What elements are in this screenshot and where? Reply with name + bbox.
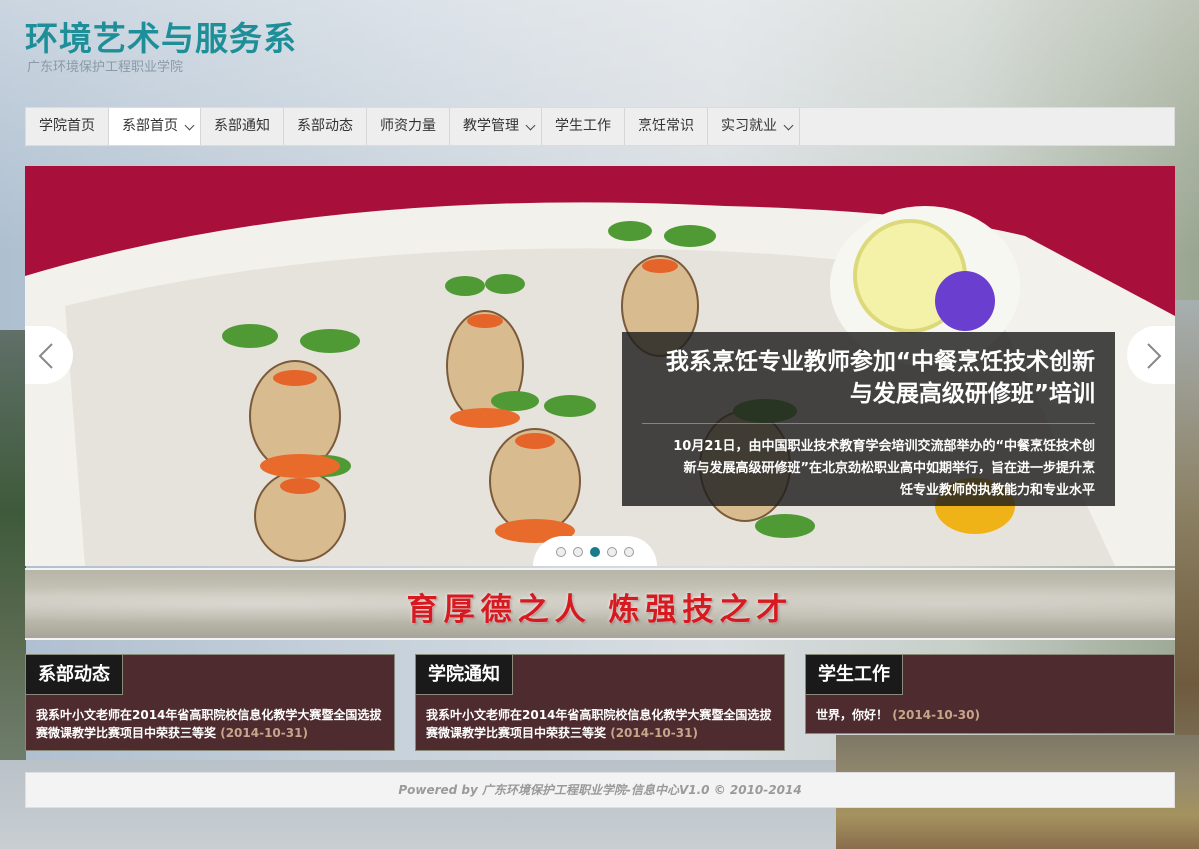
- site-title[interactable]: 环境艺术与服务系: [25, 12, 297, 60]
- slider-dot-2[interactable]: [573, 547, 583, 557]
- notice-date: (2014-10-31): [610, 726, 698, 740]
- news-link[interactable]: 我系叶小文老师在2014年省高职院校信息化教学大赛暨全国选拔赛微课教学比赛项目中…: [36, 708, 381, 740]
- nav-item-cooking-tips[interactable]: 烹饪常识: [625, 108, 708, 145]
- slider-dot-1[interactable]: [556, 547, 566, 557]
- student-work-link[interactable]: 世界，你好！: [816, 708, 888, 722]
- footer: Powered by 广东环境保护工程职业学院-信息中心V1.0 © 2010-…: [25, 772, 1175, 808]
- chevron-down-icon: [783, 120, 794, 131]
- nav-item-dept-home[interactable]: 系部首页: [109, 108, 201, 145]
- chevron-down-icon: [184, 120, 195, 131]
- panel-college-notice: 学院通知 我系叶小文老师在2014年省高职院校信息化教学大赛暨全国选拔赛微课教学…: [415, 654, 785, 751]
- list-item: 我系叶小文老师在2014年省高职院校信息化教学大赛暨全国选拔赛微课教学比赛项目中…: [426, 706, 776, 742]
- notice-link[interactable]: 我系叶小文老师在2014年省高职院校信息化教学大赛暨全国选拔赛微课教学比赛项目中…: [426, 708, 771, 740]
- slide-caption[interactable]: 我系烹饪专业教师参加“中餐烹饪技术创新 与发展高级研修班”培训 10月21日，由…: [622, 332, 1115, 506]
- slider-dot-4[interactable]: [607, 547, 617, 557]
- nav-label: 系部通知: [214, 118, 270, 134]
- list-item: 我系叶小文老师在2014年省高职院校信息化教学大赛暨全国选拔赛微课教学比赛项目中…: [36, 706, 386, 742]
- caption-text-line: 新与发展高级研修班”在北京劲松职业高中如期举行，旨在进一步提升烹: [683, 461, 1095, 476]
- nav-item-dept-news[interactable]: 系部动态: [284, 108, 367, 145]
- nav-label: 教学管理: [463, 118, 519, 134]
- news-date: (2014-10-31): [220, 726, 308, 740]
- panel-title[interactable]: 学院通知: [416, 655, 513, 695]
- slider-dot-5[interactable]: [624, 547, 634, 557]
- nav-label: 系部动态: [297, 118, 353, 134]
- slider-dot-3-active[interactable]: [590, 547, 600, 557]
- slide-caption-text: 10月21日，由中国职业技术教育学会培训交流部举办的“中餐烹饪技术创 新与发展高…: [642, 436, 1095, 502]
- panel-title[interactable]: 系部动态: [26, 655, 123, 695]
- chevron-right-icon: [1147, 343, 1162, 369]
- chevron-down-icon: [525, 120, 536, 131]
- nav-label: 师资力量: [380, 118, 436, 134]
- nav-label: 烹饪常识: [638, 118, 694, 134]
- caption-text-line: 饪专业教师的执教能力和专业水平: [899, 483, 1095, 498]
- nav-item-teaching[interactable]: 教学管理: [450, 108, 542, 145]
- nav-label: 系部首页: [122, 118, 178, 134]
- nav-item-student-work[interactable]: 学生工作: [542, 108, 625, 145]
- caption-text-line: 10月21日，由中国职业技术教育学会培训交流部举办的“中餐烹饪技术创: [673, 439, 1095, 454]
- nav-item-dept-notice[interactable]: 系部通知: [201, 108, 284, 145]
- panel-dept-news: 系部动态 我系叶小文老师在2014年省高职院校信息化教学大赛暨全国选拔赛微课教学…: [25, 654, 395, 751]
- nav-label: 学院首页: [39, 118, 95, 134]
- nav-label: 学生工作: [555, 118, 611, 134]
- panel-title[interactable]: 学生工作: [806, 655, 903, 695]
- nav-item-internship[interactable]: 实习就业: [708, 108, 800, 145]
- motto-text: 育厚德之人 炼强技之才: [406, 592, 794, 628]
- caption-title-line: 我系烹饪专业教师参加“中餐烹饪技术创新: [665, 349, 1095, 375]
- caption-title-line: 与发展高级研修班”培训: [849, 381, 1095, 407]
- nav-label: 实习就业: [721, 118, 777, 134]
- student-work-date: (2014-10-30): [892, 708, 980, 722]
- site-subtitle: 广东环境保护工程职业学院: [27, 60, 184, 75]
- nav-item-faculty[interactable]: 师资力量: [367, 108, 450, 145]
- panel-student-work: 学生工作 世界，你好！ (2014-10-30): [805, 654, 1175, 734]
- slide-caption-title[interactable]: 我系烹饪专业教师参加“中餐烹饪技术创新 与发展高级研修班”培训: [642, 346, 1095, 424]
- nav-item-college-home[interactable]: 学院首页: [26, 108, 109, 145]
- main-nav: 学院首页 系部首页 系部通知 系部动态 师资力量 教学管理 学生工作 烹饪常识 …: [25, 107, 1175, 146]
- list-item: 世界，你好！ (2014-10-30): [816, 706, 1166, 724]
- motto-banner: 育厚德之人 炼强技之才: [25, 568, 1175, 640]
- slider-pagination: [533, 536, 657, 566]
- image-slider[interactable]: 我系烹饪专业教师参加“中餐烹饪技术创新 与发展高级研修班”培训 10月21日，由…: [25, 166, 1175, 566]
- chevron-left-icon: [38, 343, 53, 369]
- footer-text: Powered by 广东环境保护工程职业学院-信息中心V1.0 © 2010-…: [398, 783, 802, 797]
